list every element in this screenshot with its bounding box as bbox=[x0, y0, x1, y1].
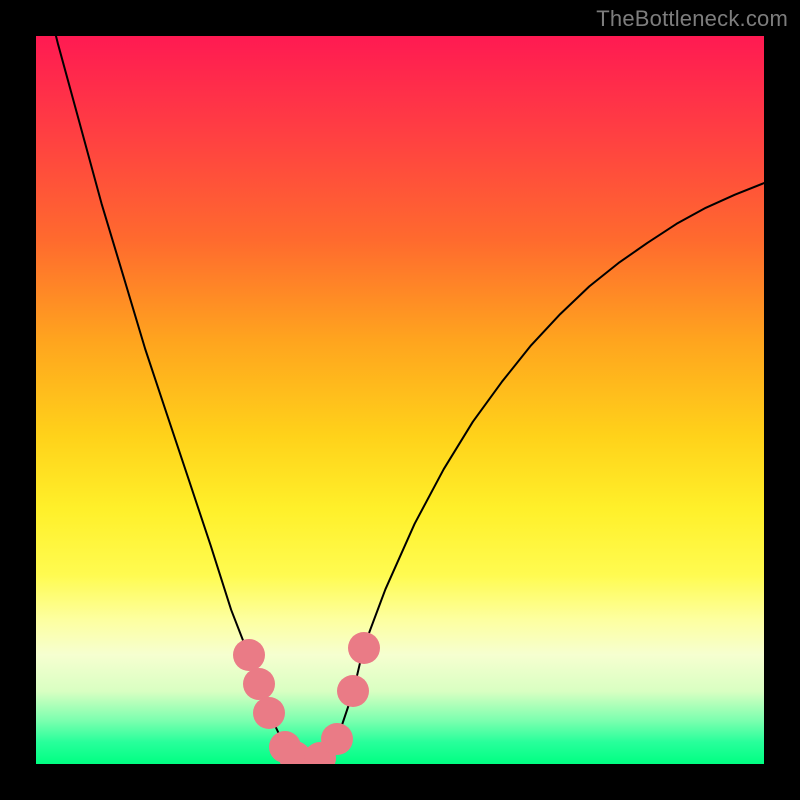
watermark-text: TheBottleneck.com bbox=[596, 6, 788, 32]
highlight-dot bbox=[321, 723, 353, 755]
plot-area bbox=[36, 36, 764, 764]
chart-frame: TheBottleneck.com bbox=[0, 0, 800, 800]
highlight-dot bbox=[337, 675, 369, 707]
highlight-dot bbox=[253, 697, 285, 729]
highlight-dot bbox=[348, 632, 380, 664]
highlight-markers bbox=[36, 36, 764, 764]
highlight-dot bbox=[243, 668, 275, 700]
highlight-dot bbox=[233, 639, 265, 671]
